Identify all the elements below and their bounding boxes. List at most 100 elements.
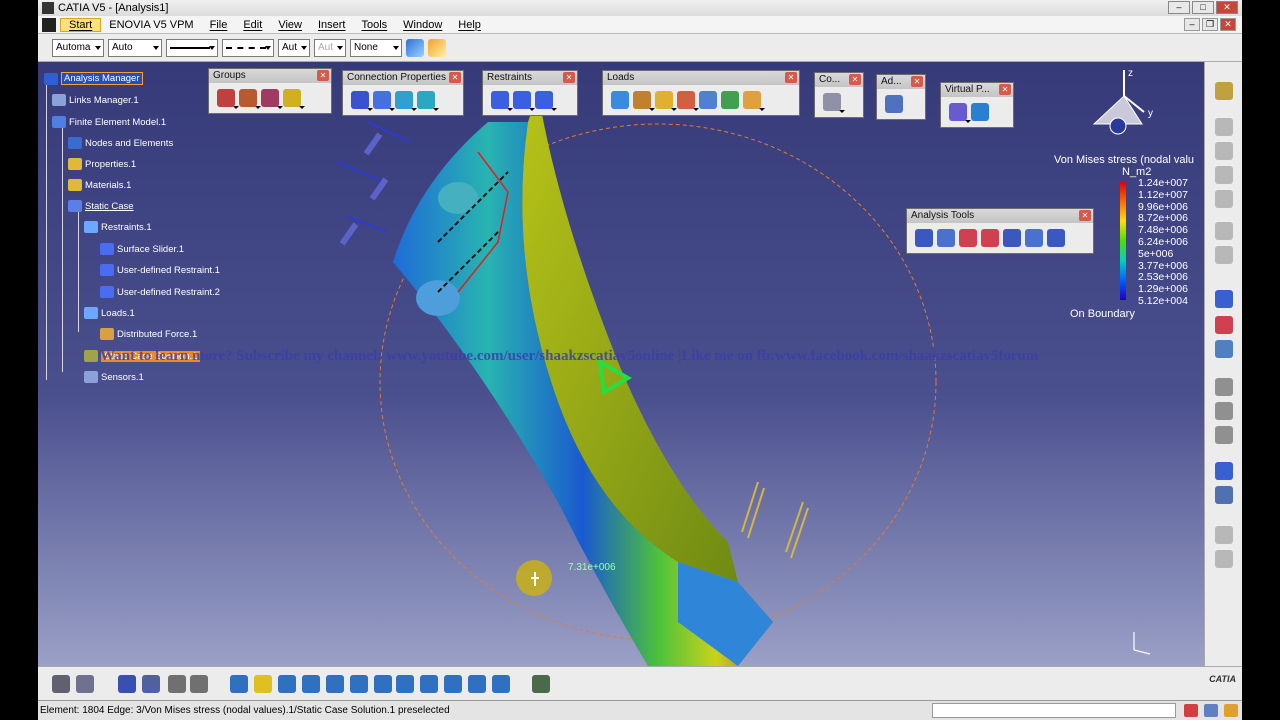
tree-surface-slider[interactable]: Surface Slider.1 (100, 243, 184, 255)
virtual-toolbar-close[interactable]: ✕ (999, 84, 1011, 95)
line-thickness-combo[interactable] (166, 38, 218, 57)
tree-analysis-manager[interactable]: Analysis Manager (44, 72, 143, 85)
slider-icon[interactable] (513, 91, 535, 111)
menu-window[interactable]: Window (395, 19, 450, 31)
tree-loads[interactable]: Loads.1 (84, 307, 135, 319)
tool-icon[interactable] (1215, 550, 1233, 568)
catia-menu-icon[interactable] (42, 17, 56, 32)
normal-view-icon[interactable] (374, 675, 392, 693)
tool-icon[interactable] (532, 675, 550, 693)
doc-restore-button[interactable]: ❐ (1202, 18, 1218, 31)
menu-start[interactable]: Start (60, 17, 102, 32)
tool-icon[interactable] (1215, 142, 1233, 160)
compute-icon[interactable] (823, 93, 845, 113)
connection-tool-icon[interactable] (373, 91, 395, 111)
connection-tool-icon[interactable] (395, 91, 417, 111)
minimize-button[interactable]: – (1168, 1, 1190, 14)
3d-viewport[interactable]: Analysis Manager Links Manager.1 Finite … (38, 62, 1204, 666)
tree-materials[interactable]: Materials.1 (68, 179, 131, 191)
analysis-tool-icon[interactable] (1003, 229, 1021, 247)
group-tool-icon[interactable] (283, 89, 305, 109)
restraints-toolbar-close[interactable]: ✕ (563, 72, 575, 83)
layer-combo[interactable]: None (350, 38, 402, 57)
fit-all-icon[interactable] (254, 675, 272, 693)
analysis-tool-icon[interactable] (1047, 229, 1065, 247)
tool-icon[interactable] (1215, 190, 1233, 208)
tool-icon[interactable] (1215, 222, 1233, 240)
status-tool-icon[interactable] (1224, 704, 1238, 717)
temperature-field-icon[interactable] (721, 91, 739, 109)
ad-toolbar-close[interactable]: ✕ (911, 76, 923, 87)
group-tool-icon[interactable] (261, 89, 283, 109)
pan-icon[interactable] (278, 675, 296, 693)
force-density-icon[interactable] (677, 91, 699, 111)
menu-help[interactable]: Help (450, 19, 489, 31)
distributed-force-icon[interactable] (633, 91, 655, 111)
enforced-displacement-icon[interactable] (699, 91, 717, 109)
graphic-properties-icon[interactable] (428, 38, 446, 57)
tool-icon[interactable] (1215, 526, 1233, 544)
acceleration-icon[interactable] (655, 91, 677, 111)
tree-finite-element-model[interactable]: Finite Element Model.1 (52, 116, 166, 128)
analysis-tool-icon[interactable] (1025, 229, 1043, 247)
line-type-combo[interactable] (222, 38, 274, 57)
tree-nodes-elements[interactable]: Nodes and Elements (68, 137, 173, 149)
tree-restraints[interactable]: Restraints.1 (84, 221, 152, 233)
analysis-tool-icon[interactable] (937, 229, 955, 247)
maximize-button[interactable]: □ (1192, 1, 1214, 14)
render-style-icon[interactable] (444, 675, 462, 693)
tool-icon[interactable] (168, 675, 186, 693)
tree-links-manager[interactable]: Links Manager.1 (52, 94, 139, 106)
tool-icon[interactable] (1215, 246, 1233, 264)
tree-static-case[interactable]: Static Case (68, 200, 134, 212)
tree-user-restraint-1[interactable]: User-defined Restraint.1 (100, 264, 220, 276)
tool-icon[interactable] (190, 675, 208, 693)
analysis-tool-icon[interactable] (915, 229, 933, 247)
tree-properties[interactable]: Properties.1 (68, 158, 136, 170)
menu-tools[interactable]: Tools (353, 19, 395, 31)
workbench-icon[interactable] (1215, 82, 1233, 100)
pressure-icon[interactable] (611, 91, 629, 109)
power-input-field[interactable] (932, 703, 1176, 718)
tool-icon[interactable] (1215, 118, 1233, 136)
tool-icon[interactable] (1215, 402, 1233, 420)
virtual-part-icon[interactable] (971, 103, 989, 121)
swap-space-icon[interactable] (492, 675, 510, 693)
mesh-tool-icon[interactable] (1215, 290, 1233, 308)
fly-mode-icon[interactable] (230, 675, 248, 693)
menu-insert[interactable]: Insert (310, 19, 354, 31)
tree-user-restraint-2[interactable]: User-defined Restraint.2 (100, 286, 220, 298)
hide-show-icon[interactable] (468, 675, 486, 693)
analysis-tool-icon[interactable] (959, 229, 977, 247)
multi-view-icon[interactable] (396, 675, 414, 693)
close-button[interactable]: ✕ (1216, 1, 1238, 14)
group-tool-icon[interactable] (239, 89, 261, 109)
connection-tool-icon[interactable] (417, 91, 439, 111)
loads-toolbar-close[interactable]: ✕ (785, 72, 797, 83)
line-weight-combo[interactable]: Aut (278, 38, 310, 57)
menu-file[interactable]: File (202, 19, 236, 31)
format-painter-icon[interactable] (406, 38, 424, 57)
mesh-tool-icon[interactable] (1215, 340, 1233, 358)
analysis-tool-icon[interactable] (981, 229, 999, 247)
connection-toolbar-close[interactable]: ✕ (449, 72, 461, 83)
tool-icon[interactable] (1215, 486, 1233, 504)
compass-icon[interactable]: z y (1072, 68, 1162, 148)
stop-icon[interactable] (1184, 704, 1198, 717)
zoom-in-icon[interactable] (326, 675, 344, 693)
adaptivity-icon[interactable] (885, 95, 903, 113)
beam-top-face[interactable] (522, 92, 738, 582)
transparency-combo[interactable]: Auto (108, 38, 162, 57)
tool-icon[interactable] (1215, 378, 1233, 396)
doc-close-button[interactable]: ✕ (1220, 18, 1236, 31)
tool-icon[interactable] (1215, 166, 1233, 184)
menu-edit[interactable]: Edit (235, 19, 270, 31)
catalog-icon[interactable] (118, 675, 136, 693)
tool-icon[interactable] (142, 675, 160, 693)
comment-icon[interactable] (76, 675, 94, 693)
analysis-tools-close[interactable]: ✕ (1079, 210, 1091, 221)
menu-view[interactable]: View (270, 19, 310, 31)
load-tool-icon[interactable] (743, 91, 765, 111)
virtual-part-icon[interactable] (949, 103, 971, 123)
fill-color-combo[interactable]: Automa (52, 38, 104, 57)
